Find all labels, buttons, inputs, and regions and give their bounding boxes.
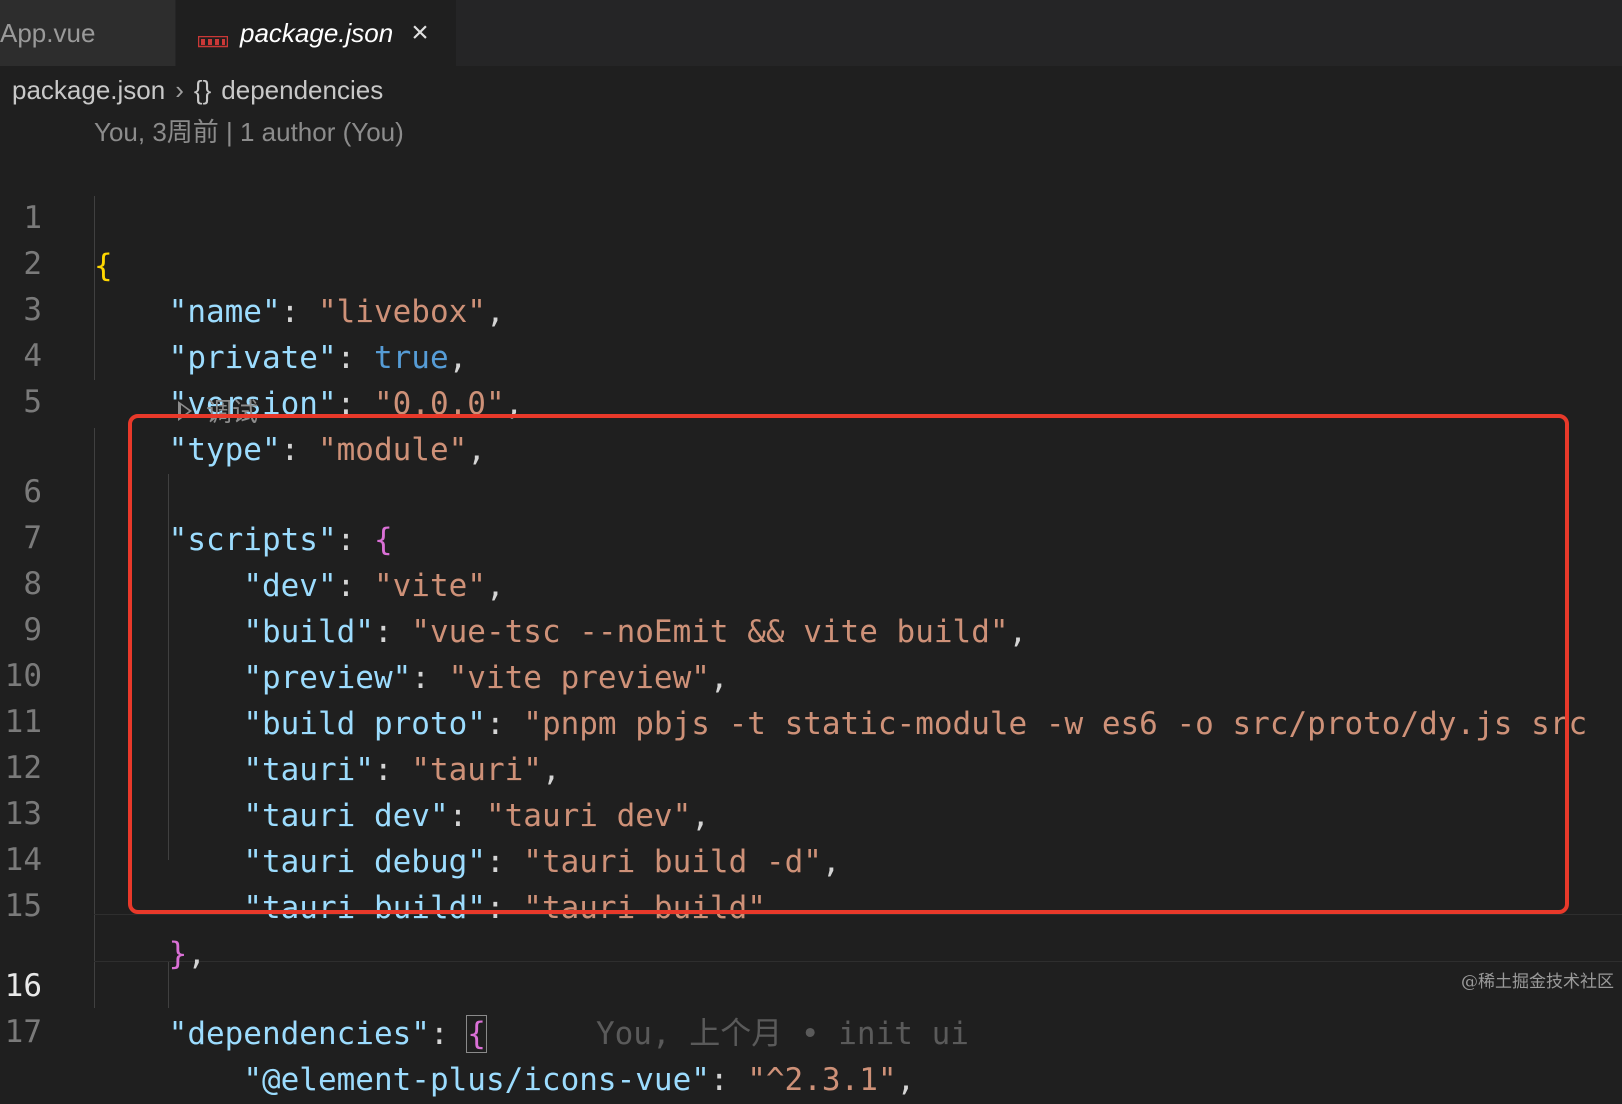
- json-value: "^2.3.1": [747, 1062, 897, 1098]
- code-line-current[interactable]: 16 "dependencies": {You, 上个月 • init ui: [0, 914, 1622, 1053]
- tab-package-json[interactable]: package.json ×: [176, 0, 456, 66]
- highlight-annotation-box: [128, 414, 1569, 914]
- code-line[interactable]: 2 "name": "livebox",: [0, 192, 1622, 330]
- code-line[interactable]: 4 "version": "0.0.0",: [0, 284, 1622, 422]
- code-line[interactable]: 5 "type": "module",: [0, 330, 1622, 468]
- npm-icon: [197, 26, 229, 48]
- breadcrumb-file[interactable]: package.json: [12, 75, 165, 106]
- code-line[interactable]: 17 "@element-plus/icons-vue": "^2.3.1",: [0, 960, 1622, 1098]
- json-key: "dependencies": [168, 1016, 430, 1052]
- watermark: @稀土掘金技术社区: [1461, 972, 1614, 992]
- open-brace: {: [466, 1015, 487, 1053]
- breadcrumb: package.json › {} dependencies: [12, 70, 383, 110]
- tab-label: App.vue: [0, 17, 96, 48]
- tab-app-vue[interactable]: App.vue: [0, 0, 175, 66]
- line-number: 17: [4, 1014, 42, 1050]
- git-blame-annotation: You, 上个月 • init ui: [595, 1016, 969, 1052]
- code-line[interactable]: 3 "private": true,: [0, 238, 1622, 376]
- codelens-author[interactable]: You, 3周前 | 1 author (You): [94, 112, 404, 149]
- braces-icon: {}: [193, 74, 212, 105]
- close-icon[interactable]: ×: [411, 16, 429, 50]
- tab-label: package.json: [240, 17, 394, 48]
- code-line[interactable]: 1 {: [0, 146, 1622, 284]
- breadcrumb-symbol[interactable]: dependencies: [221, 75, 383, 106]
- chevron-right-icon: ›: [175, 74, 184, 105]
- json-key: "@element-plus/icons-vue": [243, 1062, 710, 1098]
- line-number: 5: [23, 384, 42, 420]
- tab-bar: App.vue package.json ×: [0, 0, 1622, 66]
